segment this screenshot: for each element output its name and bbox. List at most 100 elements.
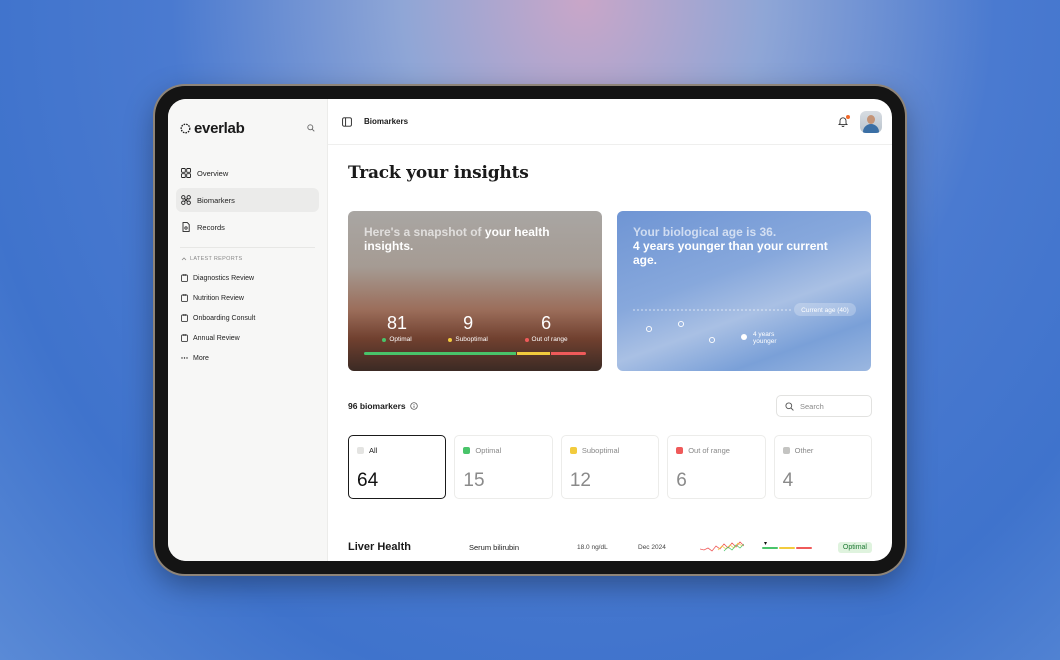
biomarker-search-input[interactable]: Search [776,395,872,417]
stat-dot [382,337,387,342]
sidebar-item-label: Biomarkers [197,195,235,205]
stat-value: 6 [541,313,552,333]
report-item-annual-review[interactable]: Annual Review [176,328,319,348]
top-bar: Biomarkers [328,99,892,145]
stat-label-row: Out of range [524,336,568,343]
status-distribution-bar [364,352,586,355]
biomarker-count: 96 biomarkers [348,401,418,411]
current-age-label: Current age (40) [801,307,849,314]
notifications-button[interactable] [836,114,850,129]
filter-other[interactable]: Other 4 [773,435,873,499]
stat-label-row: Suboptimal [448,336,488,343]
filter-swatch [463,447,471,454]
sidebar-item-label: Records [197,222,225,232]
filter-swatch [782,447,790,454]
more-item[interactable]: More [176,348,319,368]
sidebar-divider [180,247,315,248]
sidebar-item-overview[interactable]: Overview [176,161,319,185]
bar-segment-suboptimal [516,352,550,355]
filter-label: Optimal [475,446,502,455]
sidebar: everlab Overview Biomarkers Records LATE… [168,99,328,561]
health-card-text: Here's a snapshot of your health insight… [364,225,582,253]
biomarker-date: Dec 2024 [638,543,666,551]
filter-optimal[interactable]: Optimal 15 [454,435,553,499]
sidebar-toggle-icon[interactable] [342,116,352,127]
filter-label-row: Optimal [463,446,543,455]
sidebar-item-label: Overview [197,168,229,178]
report-label: Annual Review [193,334,240,342]
report-label: Diagnostics Review [193,274,255,282]
biomarker-count-text: 96 biomarkers [348,401,406,411]
search-icon [785,401,794,411]
filter-count: 15 [463,470,485,491]
age-card-text-bold: 4 years younger than your current age. [633,239,828,267]
filter-label: Other [794,446,814,455]
filter-count: 4 [782,470,794,491]
filter-swatch [676,447,684,454]
age-point [677,320,685,328]
range-indicator [762,542,812,549]
filter-label-row: Other [782,446,863,455]
biological-age-card[interactable]: Your biological age is 36. 4 years young… [617,211,871,371]
document-icon [182,222,190,232]
brand-name: everlab [194,119,245,137]
trend-sparkline [700,541,744,552]
info-icon[interactable] [410,402,418,410]
bar-segment-optimal [364,352,516,355]
age-point [708,336,716,344]
stat-dot [524,337,529,342]
filter-swatch [569,447,577,454]
primary-nav: Overview Biomarkers Records [176,161,319,239]
report-item-onboarding-consult[interactable]: Onboarding Consult [176,308,319,328]
stat-value: 81 [387,313,408,333]
report-item-diagnostics-review[interactable]: Diagnostics Review [176,268,319,288]
stat-label: Out of range [531,336,568,343]
filter-count: 12 [569,470,591,491]
filter-out-of-range[interactable]: Out of range 6 [667,435,766,499]
latest-reports-header[interactable]: LATEST REPORTS [176,256,319,262]
clipboard-icon [181,294,188,302]
clipboard-icon [181,274,188,282]
notification-dot [846,114,850,119]
tablet-frame: everlab Overview Biomarkers Records LATE… [155,86,905,574]
status-badge: Optimal [837,541,872,553]
filter-suboptimal[interactable]: Suboptimal 12 [560,435,660,499]
search-icon[interactable] [307,124,315,132]
age-point-current [741,334,747,340]
stat-optimal: 81 Optimal [382,313,412,343]
age-card-text: Your biological age is 36. 4 years young… [633,225,851,267]
avatar[interactable] [860,110,882,133]
filter-label: All [369,446,378,455]
report-label: Nutrition Review [193,294,244,302]
brand-logo[interactable]: everlab [180,119,245,137]
age-chart: Current age (40) 4 years younger [633,303,856,345]
report-label: Onboarding Consult [193,314,256,322]
filter-all[interactable]: All 64 [348,435,447,499]
report-item-nutrition-review[interactable]: Nutrition Review [176,288,319,308]
filter-label: Out of range [688,446,730,455]
biomarker-count-row: 96 biomarkers Search [348,395,872,417]
stat-label: Suboptimal [455,336,488,343]
page-title: Track your insights [348,163,529,183]
filter-label-row: Suboptimal [569,446,650,455]
stat-dot [448,337,453,342]
breadcrumb: Biomarkers [364,117,409,126]
health-snapshot-card[interactable]: Here's a snapshot of your health insight… [348,211,602,371]
biomarker-name: Serum bilirubin [469,542,520,552]
bar-segment-out-of-range [550,352,586,355]
age-delta-label-1: 4 years [753,331,775,338]
table-row[interactable]: Liver Health Serum bilirubin 18.0 ng/dL … [348,537,872,557]
biomarker-value: 18.0 ng/dL [577,543,608,551]
grid-icon [181,168,191,178]
age-point [645,325,653,333]
avatar-body [863,123,879,133]
sidebar-item-records[interactable]: Records [176,215,319,239]
health-stats: 81 Optimal 9 Suboptimal 6 Out of range [364,313,586,343]
filter-count: 64 [357,470,379,491]
stat-label-row: Optimal [382,336,412,343]
search-placeholder: Search [800,401,824,411]
section-label-text: LATEST REPORTS [190,256,243,262]
sidebar-item-biomarkers[interactable]: Biomarkers [176,188,319,212]
app-screen: everlab Overview Biomarkers Records LATE… [168,99,892,561]
stat-label: Optimal [389,336,412,343]
